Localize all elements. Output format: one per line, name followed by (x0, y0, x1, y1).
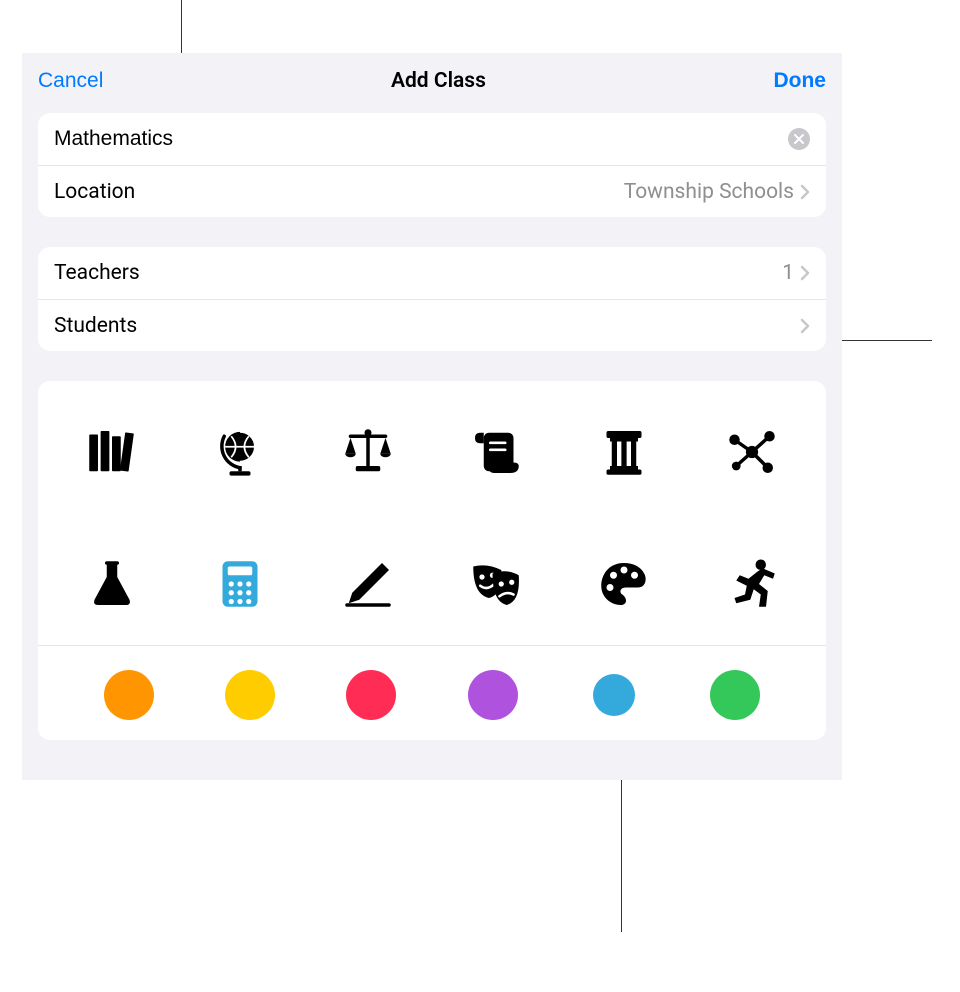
drama-masks-icon[interactable] (465, 553, 527, 615)
color-yellow[interactable] (225, 670, 275, 720)
callout-line-bottom (621, 762, 622, 932)
class-name-input[interactable] (54, 127, 788, 151)
people-section: Teachers 1 Students (38, 247, 826, 351)
color-grid (58, 670, 806, 720)
location-row[interactable]: Location Township Schools (38, 165, 826, 217)
icon-grid (58, 411, 806, 645)
class-info-section: Location Township Schools (38, 113, 826, 217)
students-row[interactable]: Students (38, 299, 826, 351)
color-purple[interactable] (468, 670, 518, 720)
page-title: Add Class (391, 69, 486, 93)
done-button[interactable]: Done (773, 69, 826, 93)
clear-text-icon[interactable] (788, 128, 810, 150)
calculator-icon[interactable] (209, 553, 271, 615)
chevron-right-icon (800, 318, 810, 334)
flask-icon[interactable] (81, 553, 143, 615)
nav-bar: Cancel Add Class Done (22, 53, 842, 109)
chevron-right-icon (800, 184, 810, 200)
scales-icon[interactable] (337, 421, 399, 483)
running-icon[interactable] (721, 553, 783, 615)
globe-icon[interactable] (209, 421, 271, 483)
divider (38, 645, 826, 646)
teachers-row[interactable]: Teachers 1 (38, 247, 826, 299)
teachers-label: Teachers (54, 261, 140, 285)
column-icon[interactable] (593, 421, 655, 483)
chevron-right-icon (800, 265, 810, 281)
color-orange[interactable] (104, 670, 154, 720)
scroll-icon[interactable] (465, 421, 527, 483)
add-class-panel: Cancel Add Class Done Location Township … (22, 53, 842, 780)
color-pink[interactable] (346, 670, 396, 720)
class-name-row[interactable] (38, 113, 826, 165)
location-value: Township Schools (624, 180, 794, 204)
color-green[interactable] (710, 670, 760, 720)
palette-icon[interactable] (593, 553, 655, 615)
location-label: Location (54, 180, 135, 204)
students-label: Students (54, 314, 137, 338)
books-icon[interactable] (81, 421, 143, 483)
appearance-section (38, 381, 826, 740)
cancel-button[interactable]: Cancel (38, 69, 103, 93)
color-blue[interactable] (589, 670, 639, 720)
pencil-icon[interactable] (337, 553, 399, 615)
molecule-icon[interactable] (721, 421, 783, 483)
teachers-count: 1 (782, 261, 794, 285)
